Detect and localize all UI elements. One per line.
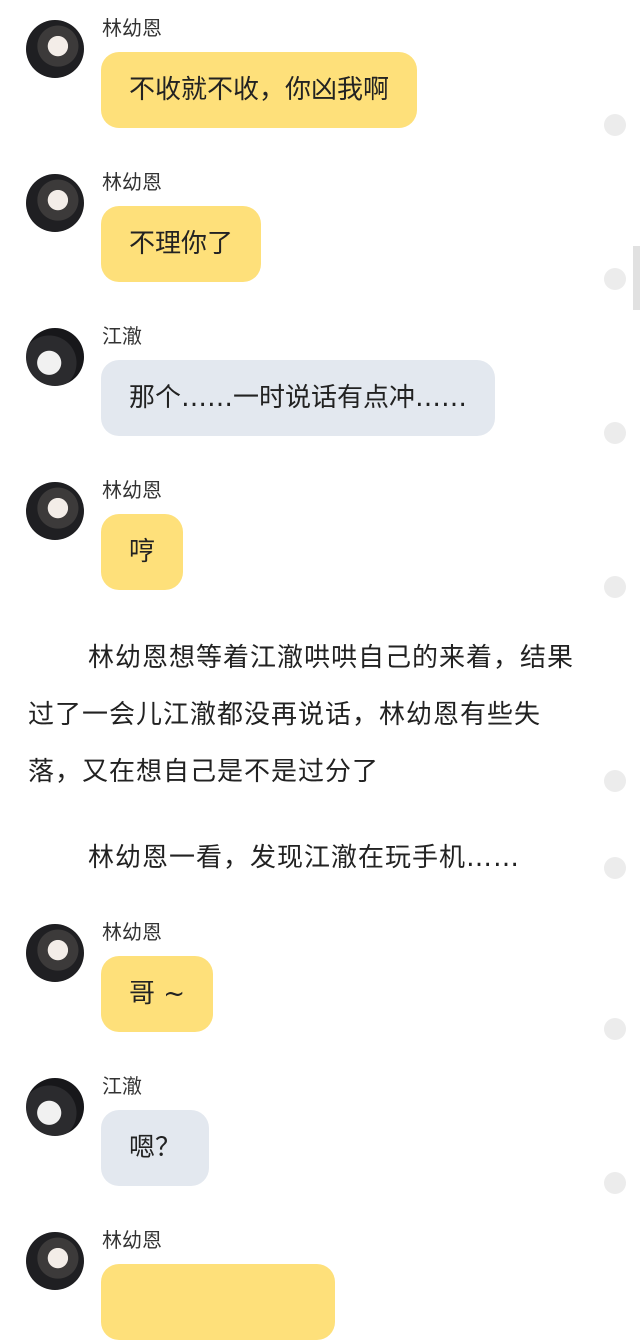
sender-name: 江澈 xyxy=(102,324,142,348)
avatar-lin-youen[interactable] xyxy=(26,174,84,232)
comment-dot-icon[interactable] xyxy=(604,576,626,598)
avatar-jiang-che[interactable] xyxy=(26,1078,84,1136)
message-bubble[interactable]: 哼 xyxy=(101,514,184,590)
sender-name: 林幼恩 xyxy=(102,16,162,40)
avatar-lin-youen[interactable] xyxy=(26,924,84,982)
sender-name: 林幼恩 xyxy=(102,920,162,944)
avatar-lin-youen[interactable] xyxy=(26,482,84,540)
sender-name: 江澈 xyxy=(102,1074,142,1098)
comment-dot-icon[interactable] xyxy=(604,422,626,444)
avatar-lin-youen[interactable] xyxy=(26,1232,84,1290)
scrollbar-thumb[interactable] xyxy=(633,246,640,310)
message-bubble[interactable]: 那个……一时说话有点冲…… xyxy=(101,360,496,436)
comment-dot-icon[interactable] xyxy=(604,268,626,290)
narration-paragraph: 林幼恩想等着江澈哄哄自己的来着，结果过了一会儿江澈都没再说话，林幼恩有些失落，又… xyxy=(28,643,575,787)
sender-name: 林幼恩 xyxy=(102,1228,162,1252)
avatar-lin-youen[interactable] xyxy=(26,20,84,78)
narration-paragraph: 林幼恩一看，发现江澈在玩手机…… xyxy=(88,843,521,873)
avatar-jiang-che[interactable] xyxy=(26,328,84,386)
comment-dot-icon[interactable] xyxy=(604,114,626,136)
sender-name: 林幼恩 xyxy=(102,478,162,502)
sender-name: 林幼恩 xyxy=(102,170,162,194)
message-bubble[interactable] xyxy=(101,1264,335,1340)
message-bubble[interactable]: 哥 ~ xyxy=(101,956,214,1032)
comment-dot-icon[interactable] xyxy=(604,1018,626,1040)
comment-dot-icon[interactable] xyxy=(604,857,626,879)
message-bubble[interactable]: 不理你了 xyxy=(101,206,262,282)
comment-dot-icon[interactable] xyxy=(604,770,626,792)
message-bubble[interactable]: 不收就不收，你凶我啊 xyxy=(101,52,418,128)
message-bubble[interactable]: 嗯？ xyxy=(101,1110,210,1186)
comment-dot-icon[interactable] xyxy=(604,1172,626,1194)
